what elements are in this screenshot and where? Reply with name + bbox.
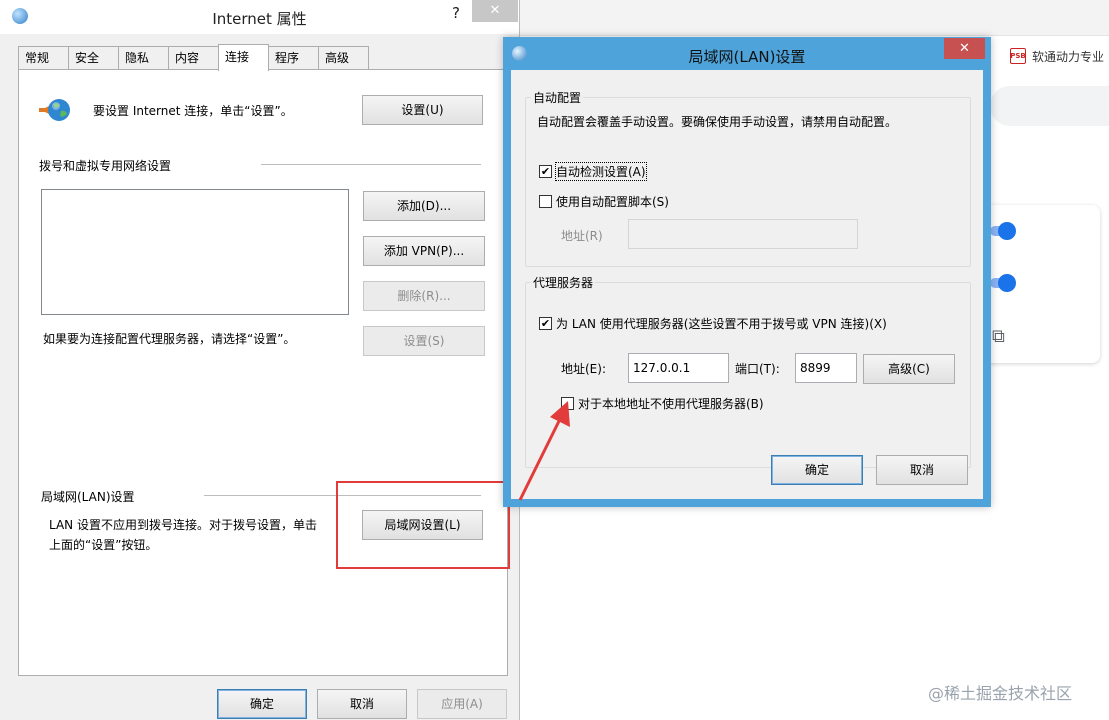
ok-button[interactable]: 确定	[217, 689, 307, 719]
dialup-section-label: 拨号和虚拟专用网络设置	[39, 159, 172, 173]
proxy-advanced-button[interactable]: 高级(C)	[863, 354, 955, 384]
tab-content[interactable]: 内容	[168, 46, 219, 70]
proxy-port-input[interactable]: 8899	[795, 353, 857, 383]
connections-listbox[interactable]	[41, 189, 349, 315]
browser-top-strip	[520, 0, 1109, 36]
auto-config-title: 自动配置	[531, 89, 584, 106]
open-in-new-icon[interactable]: ⧉	[992, 326, 1005, 347]
lan-info-text-line1: LAN 设置不应用到拨号连接。对于拨号设置，单击	[49, 518, 317, 532]
bypass-local-label: 对于本地地址不使用代理服务器(B)	[578, 397, 764, 411]
proxy-address-input[interactable]: 127.0.0.1	[628, 353, 729, 383]
tab-advanced[interactable]: 高级	[318, 46, 369, 70]
proxy-server-title: 代理服务器	[531, 274, 596, 291]
title-bar[interactable]: Internet 属性 ? ✕	[0, 0, 519, 34]
script-address-input[interactable]	[628, 219, 858, 249]
lan-title-bar[interactable]: 局域网(LAN)设置 ✕	[503, 37, 991, 70]
connection-settings-button[interactable]: 设置(S)	[363, 326, 485, 356]
internet-properties-dialog: Internet 属性 ? ✕ 常规 安全 隐私 内容 连接 程序 高级 要设置…	[0, 0, 520, 720]
lan-cancel-button[interactable]: 取消	[876, 455, 968, 485]
tab-privacy[interactable]: 隐私	[118, 46, 169, 70]
watermark-text: @稀土掘金技术社区	[928, 684, 1073, 703]
lan-ok-button[interactable]: 确定	[771, 455, 863, 485]
lan-close-button[interactable]: ✕	[944, 38, 985, 59]
lan-dialog-body: 自动配置 自动配置会覆盖手动设置。要确保使用手动设置，请禁用自动配置。 自动检测…	[511, 70, 983, 499]
bookmark-item[interactable]: PSB 软通动力专业	[1010, 44, 1104, 68]
add-vpn-button[interactable]: 添加 VPN(P)...	[363, 236, 485, 266]
bypass-local-row[interactable]: 对于本地地址不使用代理服务器(B)	[561, 395, 764, 412]
use-script-checkbox[interactable]	[539, 195, 552, 208]
use-script-label: 使用自动配置脚本(S)	[556, 195, 669, 209]
auto-detect-label: 自动检测设置(A)	[555, 162, 647, 181]
tab-security[interactable]: 安全	[68, 46, 119, 70]
auto-detect-checkbox[interactable]	[539, 165, 552, 178]
annotation-arrow	[518, 401, 570, 501]
lan-section-label: 局域网(LAN)设置	[41, 490, 135, 504]
use-proxy-label: 为 LAN 使用代理服务器(这些设置不用于拨号或 VPN 连接)(X)	[556, 317, 887, 331]
script-address-label: 地址(R)	[561, 229, 603, 243]
cancel-button[interactable]: 取消	[317, 689, 407, 719]
add-button[interactable]: 添加(D)...	[363, 191, 485, 221]
setup-instructions: 要设置 Internet 连接，单击“设置”。	[93, 104, 293, 118]
tab-connections[interactable]: 连接	[218, 44, 269, 71]
toggle-switch-1[interactable]	[990, 222, 1016, 240]
bookmark-label: 软通动力专业	[1032, 49, 1105, 64]
use-script-row[interactable]: 使用自动配置脚本(S)	[539, 193, 669, 210]
auto-config-description: 自动配置会覆盖手动设置。要确保使用手动设置，请禁用自动配置。	[537, 115, 898, 129]
dialog-title: Internet 属性	[212, 10, 307, 28]
toggle-switch-2[interactable]	[990, 274, 1016, 292]
setup-button[interactable]: 设置(U)	[362, 95, 483, 125]
globe-connection-icon	[39, 99, 70, 121]
section-divider	[261, 164, 481, 165]
close-button[interactable]: ✕	[472, 0, 518, 22]
auto-detect-row[interactable]: 自动检测设置(A)	[539, 162, 647, 181]
proxy-hint-text: 如果要为连接配置代理服务器，请选择“设置”。	[43, 332, 296, 346]
use-proxy-row[interactable]: 为 LAN 使用代理服务器(这些设置不用于拨号或 VPN 连接)(X)	[539, 315, 887, 332]
connections-panel: 要设置 Internet 连接，单击“设置”。 设置(U) 拨号和虚拟专用网络设…	[18, 69, 508, 676]
bookmark-favicon-icon: PSB	[1010, 48, 1026, 64]
remove-button[interactable]: 删除(R)...	[363, 281, 485, 311]
lan-info-text-line2: 上面的“设置”按钮。	[49, 538, 158, 552]
apply-button[interactable]: 应用(A)	[417, 689, 507, 719]
proxy-address-label: 地址(E):	[561, 362, 606, 376]
browser-search-bar[interactable]	[990, 86, 1109, 126]
help-button[interactable]: ?	[446, 4, 466, 24]
proxy-port-label: 端口(T):	[735, 362, 780, 376]
tab-strip: 常规 安全 隐私 内容 连接 程序 高级	[18, 44, 369, 71]
tab-programs[interactable]: 程序	[268, 46, 319, 70]
use-proxy-checkbox[interactable]	[539, 317, 552, 330]
tab-general[interactable]: 常规	[18, 46, 69, 70]
lan-dialog-title: 局域网(LAN)设置	[688, 48, 806, 66]
annotation-highlight-box	[336, 481, 510, 569]
